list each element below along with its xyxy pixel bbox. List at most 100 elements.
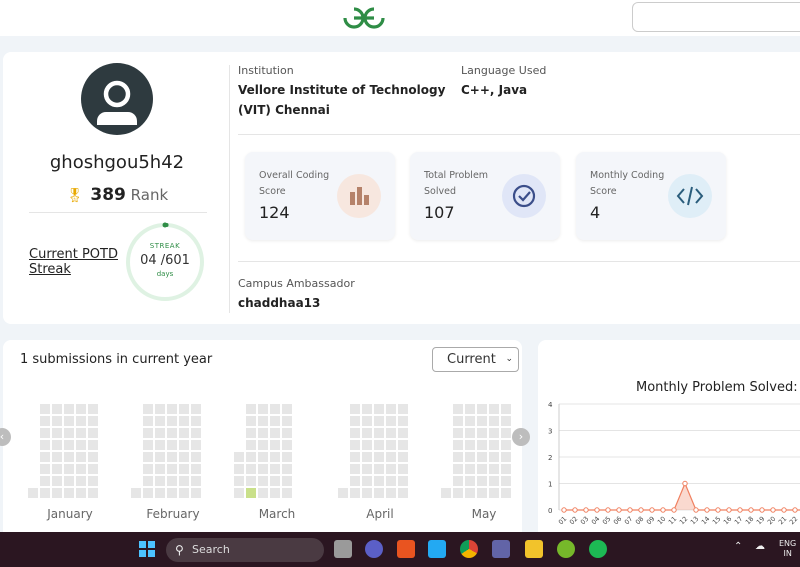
heatmap-cell	[258, 452, 268, 462]
heatmap-cell	[270, 404, 280, 414]
heatmap-cell	[76, 416, 86, 426]
data-point	[616, 507, 622, 513]
heatmap-cell	[350, 476, 360, 486]
monthly-solved-chart: 0123401 02 03 04 05 06 07 08 09 10 11 12 13 14 15 16 17 1…	[548, 401, 800, 526]
cloud-icon[interactable]: ☁	[755, 541, 765, 552]
y-tick-label: 0	[548, 507, 552, 515]
year-select-value: Current	[447, 352, 496, 367]
y-tick-label: 2	[548, 454, 552, 462]
data-point	[627, 507, 633, 513]
heatmap-cell	[76, 464, 86, 474]
chart-title: Monthly Problem Solved: (1)	[636, 380, 800, 395]
heatmap-cell	[398, 476, 408, 486]
heatmap-cell	[386, 440, 396, 450]
data-point	[704, 507, 710, 513]
heatmap-cell	[477, 440, 487, 450]
code-icon	[668, 174, 712, 218]
next-arrow-icon[interactable]: ›	[512, 428, 530, 446]
folder-icon[interactable]	[525, 540, 543, 558]
submissions-title: 1 submissions in current year	[20, 352, 213, 367]
heatmap-cell	[28, 488, 38, 498]
heatmap-cell	[270, 428, 280, 438]
heatmap-cell	[64, 476, 74, 486]
heatmap-cell	[270, 440, 280, 450]
divider	[238, 261, 800, 262]
heatmap-cell	[362, 488, 372, 498]
heatmap-cell	[191, 488, 201, 498]
heatmap-cell	[155, 464, 165, 474]
avatar	[81, 63, 153, 135]
year-select[interactable]: Current ⌄	[432, 347, 519, 372]
medal-icon: 🎖	[65, 188, 84, 204]
heatmap-cell	[477, 416, 487, 426]
bar-chart-icon	[337, 174, 381, 218]
heatmap-cell	[179, 404, 189, 414]
username: ghoshgou5h42	[49, 152, 185, 173]
heatmap-cell	[501, 404, 511, 414]
heatmap-cell	[350, 416, 360, 426]
heatmap-cell	[489, 488, 499, 498]
chrome-icon[interactable]	[460, 540, 478, 558]
heatmap-cell	[489, 452, 499, 462]
heatmap-cell	[191, 404, 201, 414]
language-indicator[interactable]: ENG IN	[779, 539, 796, 559]
data-point	[759, 507, 765, 513]
heatmap-cell	[131, 488, 141, 498]
file-explorer-icon[interactable]	[334, 540, 352, 558]
language-label: Language Used	[461, 64, 547, 77]
video-app-icon[interactable]	[365, 540, 383, 558]
taskbar-search[interactable]: ⚲ Search	[166, 538, 324, 562]
heatmap-cell	[258, 416, 268, 426]
heatmap-cell	[191, 428, 201, 438]
stat-card-total-solved: Total Problem Solved 107	[410, 152, 560, 240]
institution-label: Institution	[238, 64, 294, 77]
heatmap-cell	[143, 488, 153, 498]
heatmap-cell	[453, 416, 463, 426]
heatmap-cell	[143, 440, 153, 450]
heatmap-cell	[88, 464, 98, 474]
heatmap-cell	[40, 464, 50, 474]
gfg-logo-icon[interactable]	[341, 4, 387, 32]
top-search-input[interactable]	[632, 2, 800, 32]
heatmap-cell	[465, 476, 475, 486]
heatmap-cell	[270, 488, 280, 498]
heatmap-cell	[270, 476, 280, 486]
stat-card-coding-score: Overall Coding Score 124	[245, 152, 395, 240]
heatmap-cell	[477, 476, 487, 486]
month-label: March	[258, 507, 296, 521]
windows-start-icon[interactable]	[139, 541, 155, 557]
rank-row: 🎖 389 Rank	[30, 185, 204, 205]
heatmap-cell	[386, 452, 396, 462]
data-point	[572, 507, 578, 513]
heatmap-cell	[155, 428, 165, 438]
chevron-up-icon[interactable]: ⌃	[734, 541, 742, 552]
heatmap-cell	[441, 488, 451, 498]
spotify-icon[interactable]	[589, 540, 607, 558]
heatmap-cell	[465, 416, 475, 426]
heatmap-cell	[350, 464, 360, 474]
heatmap-cell	[52, 488, 62, 498]
data-point	[605, 507, 611, 513]
ubuntu-icon[interactable]	[397, 540, 415, 558]
heatmap-cell	[282, 440, 292, 450]
potd-streak-link[interactable]: Current POTD Streak	[29, 247, 118, 277]
heatmap-cell	[362, 440, 372, 450]
heatmap-cell	[374, 428, 384, 438]
heatmap-cell	[246, 476, 256, 486]
heatmap-cell	[155, 452, 165, 462]
heatmap-cell	[489, 416, 499, 426]
heatmap-cell	[155, 416, 165, 426]
heatmap-cell	[374, 464, 384, 474]
heatmap-cell	[234, 488, 244, 498]
heatmap-cell	[40, 476, 50, 486]
heatmap-cell	[477, 404, 487, 414]
heatmap-cell	[167, 440, 177, 450]
torrent-icon[interactable]	[557, 540, 575, 558]
heatmap-cell	[465, 464, 475, 474]
vscode-icon[interactable]	[428, 540, 446, 558]
teams-icon[interactable]	[492, 540, 510, 558]
heatmap-cell	[179, 488, 189, 498]
heatmap-cell	[76, 440, 86, 450]
streak-unit: days	[156, 270, 174, 278]
heatmap-cell	[374, 452, 384, 462]
